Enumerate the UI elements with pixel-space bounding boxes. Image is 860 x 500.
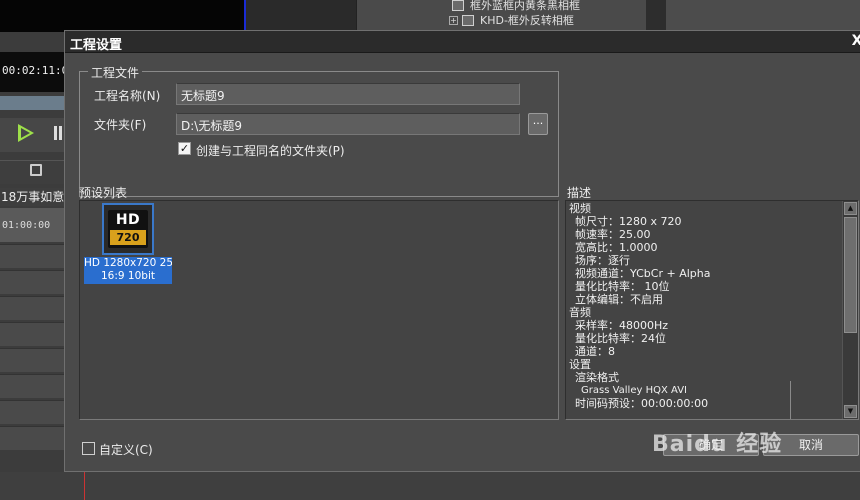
- timecode-display: 00:02:11:0: [0, 52, 68, 92]
- group-title: 工程文件: [88, 64, 143, 81]
- timeline-track[interactable]: [0, 322, 66, 346]
- scroll-up-arrow-icon[interactable]: ▲: [844, 202, 857, 215]
- desc-line: 通道：8: [575, 345, 615, 358]
- tree-scrollbar[interactable]: [646, 0, 666, 32]
- tree-item[interactable]: + KHD-框外反转相框: [449, 13, 574, 27]
- preview-monitor: [0, 0, 246, 32]
- project-file-group: 工程文件 工程名称(N) 无标题9 文件夹(F) D:\无标题9 ... ✓ 创…: [79, 64, 559, 197]
- desc-line: 时间码预设：00:00:00:00: [575, 397, 709, 410]
- desc-line: 宽高比：1.0000: [575, 241, 658, 254]
- tree-item-label: KHD-框外反转相框: [480, 14, 574, 27]
- expand-icon[interactable]: +: [449, 15, 458, 25]
- background-panel: [666, 0, 860, 32]
- timeline-track[interactable]: [0, 374, 66, 398]
- close-button[interactable]: X: [849, 32, 860, 50]
- status-area: [0, 472, 860, 500]
- hd-720-icon: HD 720: [108, 210, 148, 248]
- desc-line: 立体编辑：不启用: [575, 293, 663, 306]
- desc-line: 帧速率：25.00: [575, 228, 651, 241]
- step-forward-icon[interactable]: [54, 126, 62, 140]
- description-text: 视频 帧尺寸：1280 x 720 帧速率：25.00 宽高比：1.0000 场…: [569, 202, 839, 410]
- folder-icon: [462, 14, 474, 26]
- preset-list: HD 720 HD 1280x720 25p 16:9 10bit: [79, 200, 559, 420]
- desc-line: 视频通道：YCbCr + Alpha: [575, 267, 711, 280]
- preset-caption-line1: HD 1280x720 25p: [84, 257, 172, 269]
- hd-logo-text: HD: [115, 212, 141, 228]
- custom-label: 自定义(C): [99, 443, 153, 457]
- description-label: 描述: [567, 186, 592, 200]
- preset-item-hd-720-25p[interactable]: HD 720 HD 1280x720 25p 16:9 10bit: [84, 203, 172, 284]
- play-icon-hollow: [21, 128, 30, 138]
- browse-button[interactable]: ...: [528, 113, 548, 135]
- desc-line: 采样率：48000Hz: [575, 319, 669, 332]
- dialog-titlebar[interactable]: 工程设置 X: [65, 31, 860, 53]
- folder-label: 文件夹(F): [94, 118, 147, 132]
- preset-list-label: 预设列表: [79, 186, 128, 200]
- desc-line: 视频: [569, 202, 591, 215]
- scroll-thumb[interactable]: [844, 217, 857, 333]
- desc-line: 设置: [569, 358, 591, 371]
- desc-line: 场序：逐行: [575, 254, 630, 267]
- preset-caption-line2: 16:9 10bit: [101, 270, 155, 282]
- custom-checkbox[interactable]: [82, 442, 95, 455]
- preset-thumbnail: HD 720: [102, 203, 154, 255]
- timeline-track[interactable]: [0, 244, 66, 268]
- desc-line: 音频: [569, 306, 591, 319]
- effect-icon: [452, 0, 464, 11]
- save-icon[interactable]: [30, 164, 42, 176]
- desc-line: 帧尺寸：1280 x 720: [575, 215, 682, 228]
- sequence-tab[interactable]: 18万事如意: [0, 188, 66, 206]
- create-folder-checkbox[interactable]: ✓: [178, 142, 191, 155]
- timeline-track[interactable]: [0, 296, 66, 320]
- timeline-track[interactable]: [0, 400, 66, 424]
- description-separator: [790, 381, 791, 419]
- timeline-cursor: [84, 472, 85, 500]
- timeline-track[interactable]: [0, 270, 66, 294]
- create-folder-label: 创建与工程同名的文件夹(P): [196, 144, 345, 158]
- description-panel: 视频 帧尺寸：1280 x 720 帧速率：25.00 宽高比：1.0000 场…: [565, 200, 859, 420]
- desc-line: 量化比特率：24位: [575, 332, 666, 345]
- baidu-watermark: Baidu 经验: [652, 432, 783, 457]
- position-bar[interactable]: [0, 96, 66, 110]
- hd-logo-resolution: 720: [110, 230, 146, 245]
- desc-line: 渲染格式: [575, 371, 619, 384]
- description-scrollbar[interactable]: ▲ ▼: [842, 201, 858, 419]
- timeline-track[interactable]: [0, 426, 66, 450]
- timeline-track[interactable]: [0, 348, 66, 372]
- preset-caption: HD 1280x720 25p 16:9 10bit: [84, 257, 172, 284]
- dialog-title: 工程设置: [70, 38, 123, 53]
- project-name-label: 工程名称(N): [94, 89, 161, 103]
- project-settings-dialog: 工程设置 X 工程文件 工程名称(N) 无标题9 文件夹(F) D:\无标题9 …: [64, 30, 860, 472]
- desc-line: 量化比特率： 10位: [575, 280, 670, 293]
- folder-input[interactable]: D:\无标题9: [176, 113, 520, 135]
- scroll-down-arrow-icon[interactable]: ▼: [844, 405, 857, 418]
- timeline-ruler[interactable]: 01:00:00: [0, 208, 66, 242]
- effects-tree: 框外蓝框内黄条黑相框 + KHD-框外反转相框: [356, 0, 646, 32]
- project-name-input[interactable]: 无标题9: [176, 83, 520, 105]
- tree-item[interactable]: 框外蓝框内黄条黑相框: [452, 0, 580, 12]
- desc-line: Grass Valley HQX AVI: [581, 385, 687, 396]
- background-panel: [246, 0, 356, 32]
